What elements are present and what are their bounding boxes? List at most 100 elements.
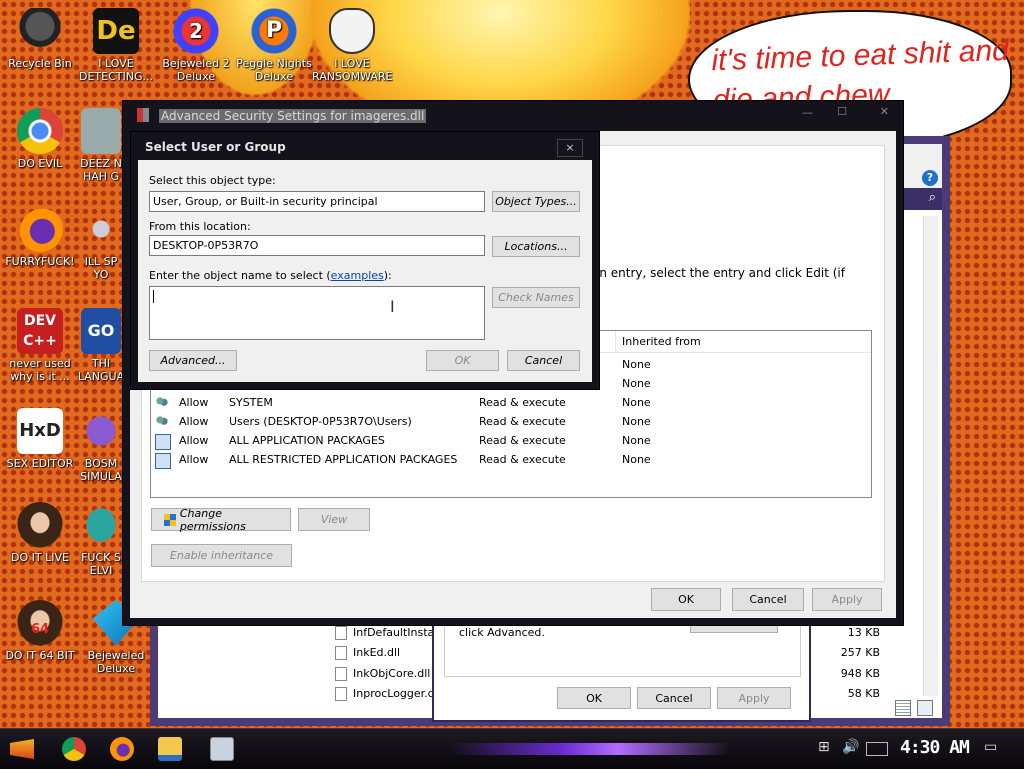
users-icon bbox=[155, 415, 169, 429]
instructions-text: on entry, select the entry and click Edi… bbox=[592, 266, 845, 280]
file-name: InkEd.dll bbox=[353, 646, 401, 659]
desktop-icon-furryfuck[interactable]: FURRYFUCK! bbox=[0, 206, 80, 268]
table-row[interactable]: Allow Users (DESKTOP-0P53R7O\Users) Read… bbox=[151, 412, 871, 431]
object-types-button[interactable]: Object Types... bbox=[492, 191, 580, 212]
file-name: InprocLogger.d bbox=[353, 687, 435, 700]
properties-cancel-button[interactable]: Cancel bbox=[637, 687, 711, 709]
row-inherited: None bbox=[622, 358, 651, 371]
firefox-icon bbox=[17, 206, 63, 252]
enter-name-prefix: Enter the object name to select ( bbox=[149, 269, 331, 282]
desktop-icon-i-love-ransomware[interactable]: I LOVE RANSOMWARE bbox=[312, 8, 392, 83]
desktop-icon-label: Bejeweled Deluxe bbox=[87, 649, 145, 675]
detect-it-easy-icon: De bbox=[93, 8, 139, 54]
dialog-title: Select User or Group bbox=[145, 140, 286, 154]
select-user-dialog: Select User or Group × Select this objec… bbox=[130, 131, 600, 390]
peggle-icon: P bbox=[251, 8, 297, 54]
locations-button[interactable]: Locations... bbox=[492, 236, 580, 257]
volume-icon[interactable]: 🔊 bbox=[842, 739, 859, 755]
desktop-icon-do-evil[interactable]: DO EVIL bbox=[0, 108, 80, 170]
chrome-taskbar-icon[interactable] bbox=[62, 737, 86, 761]
advanced-button[interactable]: Advanced... bbox=[149, 350, 237, 371]
file-row[interactable]: InkEd.dll bbox=[335, 646, 400, 660]
desktop-icon-fuck-elvi[interactable]: FUCK S ELVI bbox=[76, 502, 126, 577]
notifications-icon[interactable]: ▭ bbox=[984, 739, 997, 755]
properties-hint: click Advanced. bbox=[459, 626, 545, 639]
desktop-icon-peggle[interactable]: P Peggle Nights Deluxe bbox=[234, 8, 314, 83]
start-button[interactable] bbox=[8, 735, 38, 763]
file-size: 58 KB bbox=[847, 687, 880, 700]
column-header-inherited[interactable]: Inherited from bbox=[622, 335, 701, 348]
file-icon bbox=[335, 687, 347, 701]
desktop-icon-label: never used why is it ... bbox=[9, 357, 71, 383]
dialog-cancel-button[interactable]: Cancel bbox=[507, 350, 580, 371]
examples-link[interactable]: examples bbox=[331, 269, 384, 282]
app-packages-icon bbox=[155, 453, 171, 469]
table-row[interactable]: Allow ALL APPLICATION PACKAGES Read & ex… bbox=[151, 431, 871, 450]
clock[interactable]: 4:30 AM bbox=[900, 737, 970, 758]
desktop-icon-label: ILL SP YO bbox=[84, 255, 118, 281]
enter-name-label: Enter the object name to select (example… bbox=[149, 269, 392, 282]
keyboard-icon[interactable] bbox=[866, 742, 888, 756]
file-row[interactable]: InkObjCore.dll bbox=[335, 667, 430, 681]
properties-apply-button[interactable]: Apply bbox=[717, 687, 791, 709]
start-icon bbox=[10, 739, 34, 759]
desktop-icon-label: I LOVE RANSOMWARE bbox=[312, 57, 393, 83]
row-access: Read & execute bbox=[479, 453, 566, 466]
view-button[interactable]: View bbox=[298, 508, 370, 531]
elvis-icon bbox=[81, 502, 121, 548]
dialog-ok-button[interactable]: OK bbox=[426, 350, 499, 371]
desktop-icon-sex-editor[interactable]: HxD SEX EDITOR bbox=[0, 408, 80, 470]
explorer-scrollbar[interactable] bbox=[923, 216, 938, 696]
desktop-icon-label: FURRYFUCK! bbox=[5, 255, 75, 268]
object-name-input[interactable]: I bbox=[149, 286, 485, 340]
file-size: 257 KB bbox=[840, 646, 880, 659]
desktop-icon-do-it-64-bit[interactable]: 64 DO IT 64 BIT bbox=[0, 600, 80, 662]
desktop-icon-bosm[interactable]: BOSM SIMULA bbox=[76, 408, 126, 483]
row-type: Allow bbox=[179, 396, 209, 409]
desktop-icon-label: THI LANGUA bbox=[77, 357, 125, 383]
change-permissions-button[interactable]: Change permissions bbox=[151, 507, 291, 533]
close-icon: × bbox=[565, 141, 575, 154]
firefox-taskbar-icon[interactable] bbox=[110, 737, 134, 761]
desktop-icon-label: Bejeweled 2 Deluxe bbox=[162, 57, 230, 83]
dialog-close-button[interactable]: × bbox=[557, 139, 583, 157]
explorer-search-box[interactable]: ⌕ bbox=[898, 188, 942, 210]
desktop-icon-ill-sp[interactable]: ILL SP YO bbox=[76, 206, 126, 281]
row-inherited: None bbox=[622, 453, 651, 466]
desktop-icon-devcpp[interactable]: DEV C++ never used why is it ... bbox=[0, 308, 80, 383]
close-icon[interactable]: ✕ bbox=[880, 105, 889, 118]
computer-icon bbox=[81, 108, 121, 154]
maximize-icon[interactable]: ☐ bbox=[837, 105, 847, 118]
desktop-icon-recycle-bin[interactable]: Recycle Bin bbox=[0, 8, 80, 70]
file-explorer-taskbar-icon[interactable] bbox=[158, 737, 182, 761]
view-toggle[interactable] bbox=[895, 698, 935, 718]
cancel-button[interactable]: Cancel bbox=[732, 588, 804, 611]
desktop-icon-label: Peggle Nights Deluxe bbox=[236, 57, 312, 83]
table-row[interactable]: Allow ALL RESTRICTED APPLICATION PACKAGE… bbox=[151, 450, 871, 469]
ok-button[interactable]: OK bbox=[651, 588, 721, 611]
devcpp-icon: DEV C++ bbox=[17, 308, 63, 354]
enable-inheritance-button[interactable]: Enable inheritance bbox=[151, 544, 292, 567]
column-divider bbox=[615, 331, 616, 352]
file-row[interactable]: InprocLogger.d bbox=[335, 687, 435, 701]
help-icon[interactable]: ? bbox=[922, 170, 938, 186]
desktop-icon-i-love-detecting[interactable]: De I LOVE DETECTING... bbox=[76, 8, 156, 83]
security-window-taskbar-icon[interactable] bbox=[210, 737, 234, 761]
file-row[interactable]: InfDefaultInstall bbox=[335, 626, 440, 640]
desktop-icon-label: DEEZ N HAH G bbox=[80, 157, 122, 183]
desktop-icon-bejeweled-2[interactable]: 2 Bejeweled 2 Deluxe bbox=[156, 8, 236, 83]
minimize-icon[interactable]: — bbox=[802, 106, 813, 119]
title-bar[interactable]: Advanced Security Settings for imageres.… bbox=[123, 101, 903, 131]
check-names-button[interactable]: Check Names bbox=[492, 287, 580, 308]
desktop-icon-deez-nuts[interactable]: DEEZ N HAH G bbox=[76, 108, 126, 183]
row-type: Allow bbox=[179, 434, 209, 447]
apply-button[interactable]: Apply bbox=[812, 588, 882, 611]
row-type: Allow bbox=[179, 415, 209, 428]
table-row[interactable]: Allow SYSTEM Read & execute None bbox=[151, 393, 871, 412]
location-field: DESKTOP-0P53R7O bbox=[149, 235, 485, 256]
golang-icon: GO bbox=[81, 308, 121, 354]
desktop-icon-this-language[interactable]: GO THI LANGUA bbox=[76, 308, 126, 383]
desktop-icon-do-it-live[interactable]: DO IT LIVE bbox=[0, 502, 80, 564]
properties-ok-button[interactable]: OK bbox=[557, 687, 631, 709]
network-icon[interactable]: ⊞ bbox=[818, 739, 830, 755]
